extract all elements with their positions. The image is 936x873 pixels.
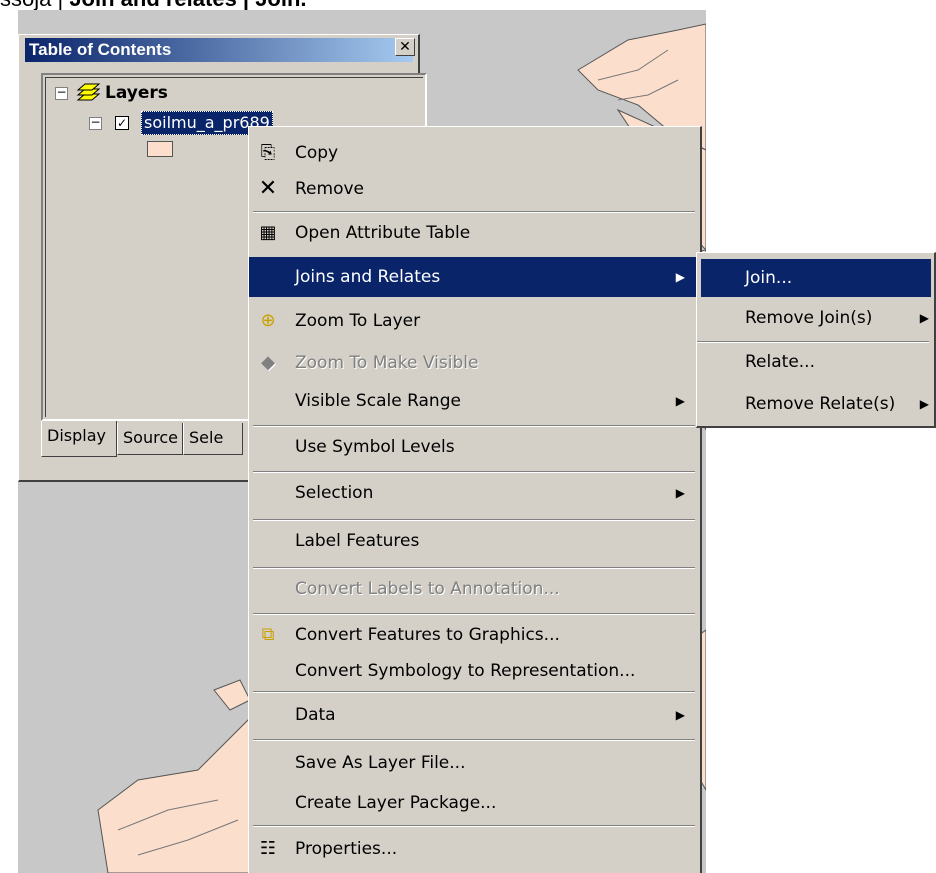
submenu-item-remove-relates[interactable]: Remove Relate(s) ▶ [701,385,931,423]
soil-polygon [213,679,251,711]
menu-item-use-symbol-levels[interactable]: Use Symbol Levels [249,427,699,467]
collapse-layer-icon[interactable]: − [89,116,102,130]
table-icon: ▦ [259,222,277,243]
layer-symbol-swatch[interactable] [147,141,173,157]
submenu-arrow-icon: ▶ [675,394,685,408]
menu-label: Use Symbol Levels [295,437,455,457]
zoom-visible-icon: ◆ [261,352,275,373]
submenu-label: Remove Join(s) [745,308,873,328]
layers-root-label[interactable]: Layers [105,83,168,103]
menu-item-properties[interactable]: ☷ Properties... [249,829,699,869]
collapse-layers-icon[interactable]: − [55,86,68,100]
menu-label: Create Layer Package... [295,793,497,813]
menu-label: Visible Scale Range [295,391,461,411]
menu-separator [253,691,695,693]
submenu-arrow-icon: ▶ [675,270,685,284]
menu-item-zoom-to-make-visible: ◆ Zoom To Make Visible [249,343,699,383]
submenu-arrow-icon: ▶ [919,397,929,411]
menu-label: Convert Features to Graphics... [295,625,560,645]
menu-item-convert-labels-to-annotation: Convert Labels to Annotation... [249,569,699,609]
layer-visibility-checkbox[interactable]: ✓ [115,116,129,130]
toc-title-bar[interactable]: Table of Contents [25,38,413,62]
menu-label: Convert Labels to Annotation... [295,579,560,599]
submenu-arrow-icon: ▶ [675,708,685,722]
menu-label: Save As Layer File... [295,753,466,773]
menu-item-create-layer-package[interactable]: Create Layer Package... [249,783,699,823]
menu-item-remove[interactable]: ✕ Remove [249,169,699,209]
menu-label: Open Attribute Table [295,223,471,243]
menu-label: Selection [295,483,374,503]
menu-item-save-as-layer-file[interactable]: Save As Layer File... [249,743,699,783]
menu-label: Copy [295,143,339,163]
menu-label: Zoom To Layer [295,311,421,331]
submenu-item-relate[interactable]: Relate... [701,343,931,381]
submenu-arrow-icon: ▶ [919,311,929,325]
properties-icon: ☷ [259,838,277,859]
submenu-label: Relate... [745,352,815,372]
menu-label: Convert Symbology to Representation... [295,661,636,681]
joins-relates-submenu: Join... Remove Join(s) ▶ Relate... Remov… [696,252,936,428]
menu-label: Zoom To Make Visible [295,353,479,373]
tab-selection[interactable]: Sele [183,423,243,455]
menu-item-visible-scale-range[interactable]: Visible Scale Range ▶ [249,381,699,421]
menu-item-convert-symbology[interactable]: Convert Symbology to Representation... [249,651,699,691]
menu-item-joins-and-relates[interactable]: Joins and Relates ▶ [249,257,699,297]
tab-display[interactable]: Display [41,421,117,457]
menu-label: Data [295,705,336,725]
menu-separator [253,825,695,827]
remove-icon: ✕ [258,176,278,201]
zoom-to-layer-icon: ⊕ [260,310,276,331]
menu-item-data[interactable]: Data ▶ [249,695,699,735]
layers-icon [76,83,101,101]
menu-item-open-attribute-table[interactable]: ▦ Open Attribute Table [249,213,699,253]
layer-context-menu: ⎘ Copy ✕ Remove ▦ Open Attribute Table J… [248,126,702,873]
close-icon[interactable]: ✕ [395,38,415,56]
toc-title: Table of Contents [29,40,172,59]
soil-polygon [97,708,259,873]
menu-item-label-features[interactable]: Label Features [249,521,699,561]
submenu-label: Remove Relate(s) [745,394,896,414]
submenu-arrow-icon: ▶ [675,486,685,500]
menu-item-convert-features-to-graphics[interactable]: ⧉ Convert Features to Graphics... [249,615,699,655]
convert-graphics-icon: ⧉ [261,624,275,645]
submenu-item-join[interactable]: Join... [701,259,931,297]
submenu-label: Join... [745,268,793,288]
menu-label: Properties... [295,839,398,859]
menu-item-selection[interactable]: Selection ▶ [249,473,699,513]
menu-label: Joins and Relates [295,267,441,287]
menu-label: Remove [295,179,364,199]
copy-icon: ⎘ [260,142,276,163]
menu-separator [253,739,695,741]
tab-source[interactable]: Source [117,423,183,455]
submenu-item-remove-joins[interactable]: Remove Join(s) ▶ [701,299,931,337]
menu-label: Label Features [295,531,420,551]
menu-item-copy[interactable]: ⎘ Copy [249,133,699,173]
menu-item-zoom-to-layer[interactable]: ⊕ Zoom To Layer [249,301,699,341]
